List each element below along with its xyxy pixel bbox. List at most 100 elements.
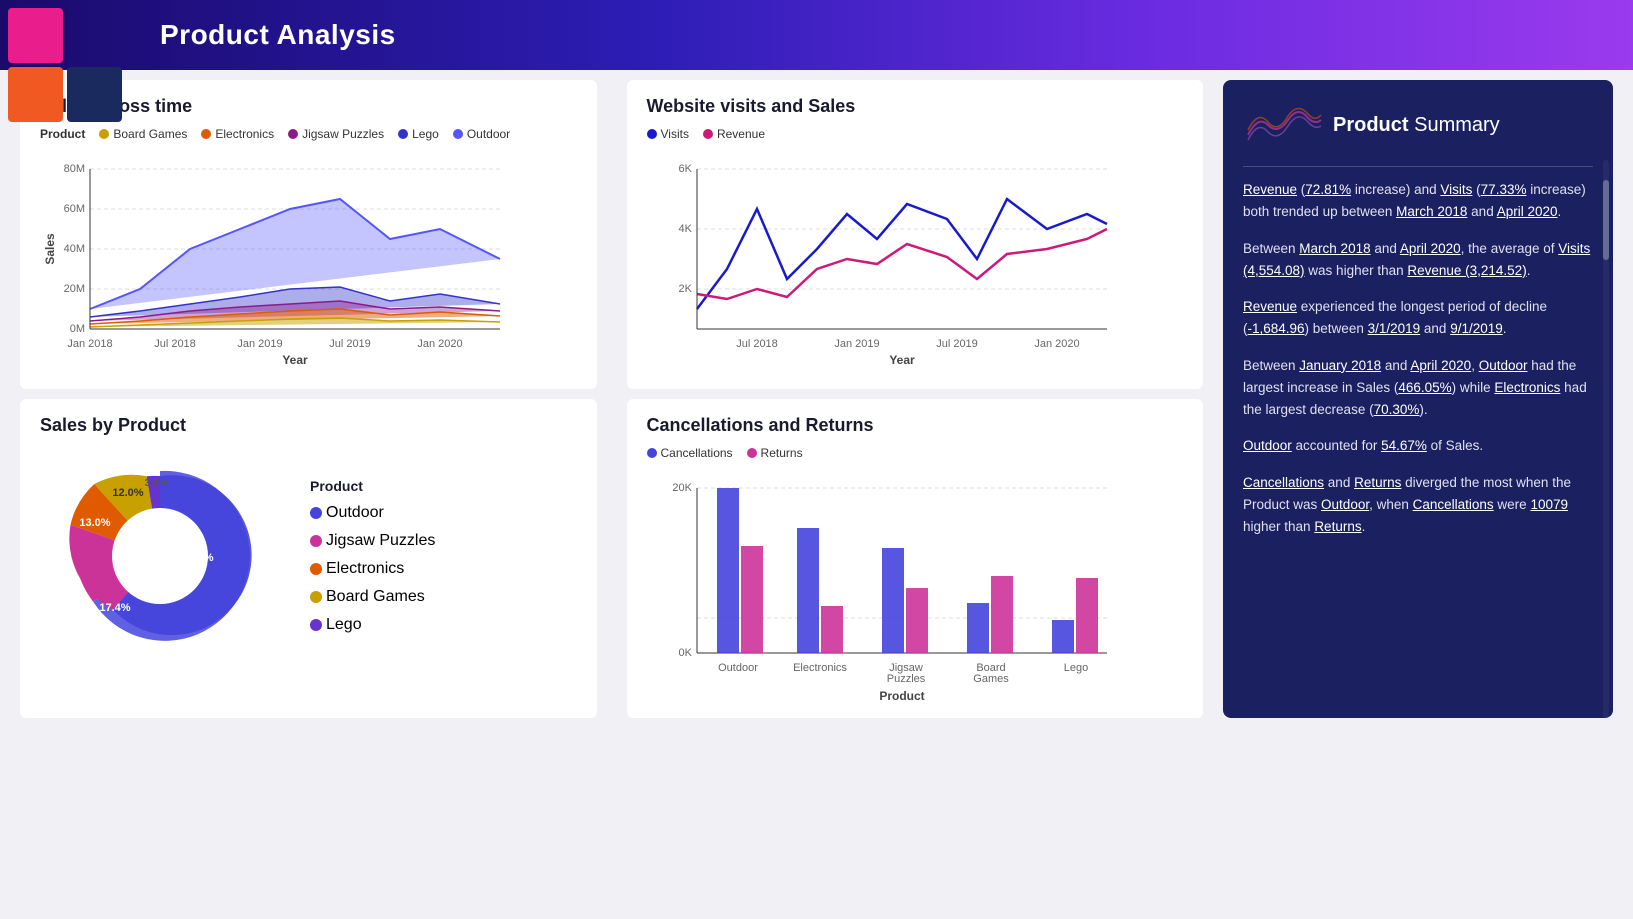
summary-revenue-1: Revenue [1243, 182, 1297, 197]
donut-label-jigsaw: Jigsaw Puzzles [326, 532, 435, 550]
svg-text:Sales: Sales [43, 233, 57, 265]
svg-text:Jan 2018: Jan 2018 [67, 338, 112, 350]
summary-cancellations-6: Cancellations [1243, 475, 1324, 490]
legend-dot-visits [647, 129, 657, 139]
svg-text:2K: 2K [678, 283, 692, 295]
summary-cancellations-7: Cancellations [1413, 497, 1494, 512]
svg-text:Games: Games [973, 673, 1009, 685]
donut-legend-lego: Lego [310, 616, 435, 634]
summary-outdoor-6: Outdoor [1321, 497, 1369, 512]
svg-text:4K: 4K [678, 223, 692, 235]
summary-date-end: 9/1/2019 [1450, 321, 1503, 336]
summary-header: Product Summary [1243, 100, 1593, 150]
scrollbar-track [1603, 160, 1609, 718]
summary-para-2: Between March 2018 and April 2020, the a… [1243, 238, 1593, 283]
summary-divider [1243, 166, 1593, 167]
donut-label-electronics: Electronics [326, 560, 404, 578]
website-visits-legend: Visits Revenue [647, 127, 1184, 141]
summary-title-bold: Product [1333, 114, 1409, 136]
summary-electronics-4: Electronics [1494, 380, 1560, 395]
scrollbar-thumb [1603, 180, 1609, 260]
legend-revenue: Revenue [703, 127, 765, 141]
svg-text:Outdoor: Outdoor [718, 662, 758, 674]
summary-revenue-avg: Revenue (3,214.52) [1407, 263, 1526, 278]
summary-title: Product Summary [1333, 114, 1500, 137]
legend-dot-outdoor [453, 129, 463, 139]
legend-dot-electronics [201, 129, 211, 139]
svg-text:Electronics: Electronics [793, 662, 847, 674]
svg-text:Jul 2018: Jul 2018 [154, 338, 196, 350]
svg-text:0M: 0M [70, 323, 85, 335]
sales-time-chart: 80M 60M 40M 20M 0M Sales [40, 149, 510, 379]
page-title: Product Analysis [160, 19, 396, 51]
summary-outdoor-sales-pct: 54.67% [1381, 438, 1427, 453]
summary-visits-pct: 77.33% [1481, 182, 1527, 197]
summary-para-6: Cancellations and Returns diverged the m… [1243, 472, 1593, 539]
donut-dot-electronics [310, 563, 322, 575]
legend-visits: Visits [647, 127, 689, 141]
donut-label-lego: Lego [326, 616, 362, 634]
svg-text:Jan 2019: Jan 2019 [834, 338, 879, 350]
logo-block-1 [8, 8, 63, 63]
summary-para-5: Outdoor accounted for 54.67% of Sales. [1243, 435, 1593, 457]
summary-returns-7: Returns [1314, 519, 1361, 534]
svg-text:54.7%: 54.7% [182, 552, 213, 564]
legend-dot-jigsaw [288, 129, 298, 139]
donut-dot-board-games [310, 591, 322, 603]
svg-text:Jul 2019: Jul 2019 [329, 338, 371, 350]
sales-by-product-title: Sales by Product [40, 415, 577, 436]
svg-text:Product: Product [879, 689, 924, 703]
logo-block-2 [8, 67, 63, 122]
svg-text:60M: 60M [64, 203, 85, 215]
summary-april-2020-2: April 2020 [1400, 241, 1461, 256]
legend-label-returns: Returns [761, 446, 803, 460]
website-visits-chart: 6K 4K 2K Jul 2018 Jan 2019 Jul 2019 Jan … [647, 149, 1117, 379]
legend-label-visits: Visits [661, 127, 689, 141]
donut-dot-jigsaw [310, 535, 322, 547]
legend-dot-board-games [99, 129, 109, 139]
donut-dot-outdoor [310, 507, 322, 519]
summary-waves-icon [1243, 100, 1323, 150]
summary-decline: -1,684.96 [1248, 321, 1305, 336]
svg-text:Year: Year [282, 353, 308, 367]
legend-dot-revenue [703, 129, 713, 139]
summary-march-2018: March 2018 [1396, 204, 1467, 219]
legend-label-revenue: Revenue [717, 127, 765, 141]
svg-text:Jan 2020: Jan 2020 [1034, 338, 1079, 350]
donut-legend: Product Outdoor Jigsaw Puzzles Electroni… [310, 478, 435, 634]
svg-text:0K: 0K [678, 647, 692, 659]
website-visits-panel: Website visits and Sales Visits Revenue [627, 80, 1204, 389]
summary-electronics-pct: 70.30% [1374, 402, 1420, 417]
logo [0, 0, 130, 130]
donut-legend-electronics: Electronics [310, 560, 435, 578]
website-visits-title: Website visits and Sales [647, 96, 1184, 117]
svg-text:12.0%: 12.0% [112, 487, 143, 499]
summary-april-2020-4: April 2020 [1410, 358, 1471, 373]
donut-chart: 54.7% 17.4% 13.0% 12.0% 3.0% [40, 446, 280, 666]
summary-outdoor-5: Outdoor [1243, 438, 1292, 453]
summary-para-1: Revenue (72.81% increase) and Visits (77… [1243, 179, 1593, 224]
summary-title-rest: Summary [1409, 114, 1500, 136]
donut-label-board-games: Board Games [326, 588, 425, 606]
donut-legend-jigsaw: Jigsaw Puzzles [310, 532, 435, 550]
cancellations-title: Cancellations and Returns [647, 415, 1184, 436]
legend-label-electronics: Electronics [215, 127, 274, 141]
svg-text:20K: 20K [672, 482, 692, 494]
cancellations-chart: 20K 0K [647, 468, 1117, 708]
legend-lego: Lego [398, 127, 439, 141]
charts-area: Sales across time Product Board Games El… [20, 80, 1203, 718]
header: Product Analysis [0, 0, 1633, 70]
svg-text:Puzzles: Puzzles [886, 673, 925, 685]
svg-text:Jan 2019: Jan 2019 [237, 338, 282, 350]
svg-text:17.4%: 17.4% [99, 602, 130, 614]
summary-revenue-3: Revenue [1243, 299, 1297, 314]
svg-text:3.0%: 3.0% [145, 478, 168, 489]
summary-para-4: Between January 2018 and April 2020, Out… [1243, 355, 1593, 422]
donut-legend-outdoor: Outdoor [310, 504, 435, 522]
legend-outdoor: Outdoor [453, 127, 510, 141]
legend-label-lego: Lego [412, 127, 439, 141]
summary-diff: 10079 [1530, 497, 1568, 512]
summary-revenue-pct: 72.81% [1305, 182, 1351, 197]
summary-date-start: 3/1/2019 [1368, 321, 1421, 336]
donut-legend-board-games: Board Games [310, 588, 435, 606]
